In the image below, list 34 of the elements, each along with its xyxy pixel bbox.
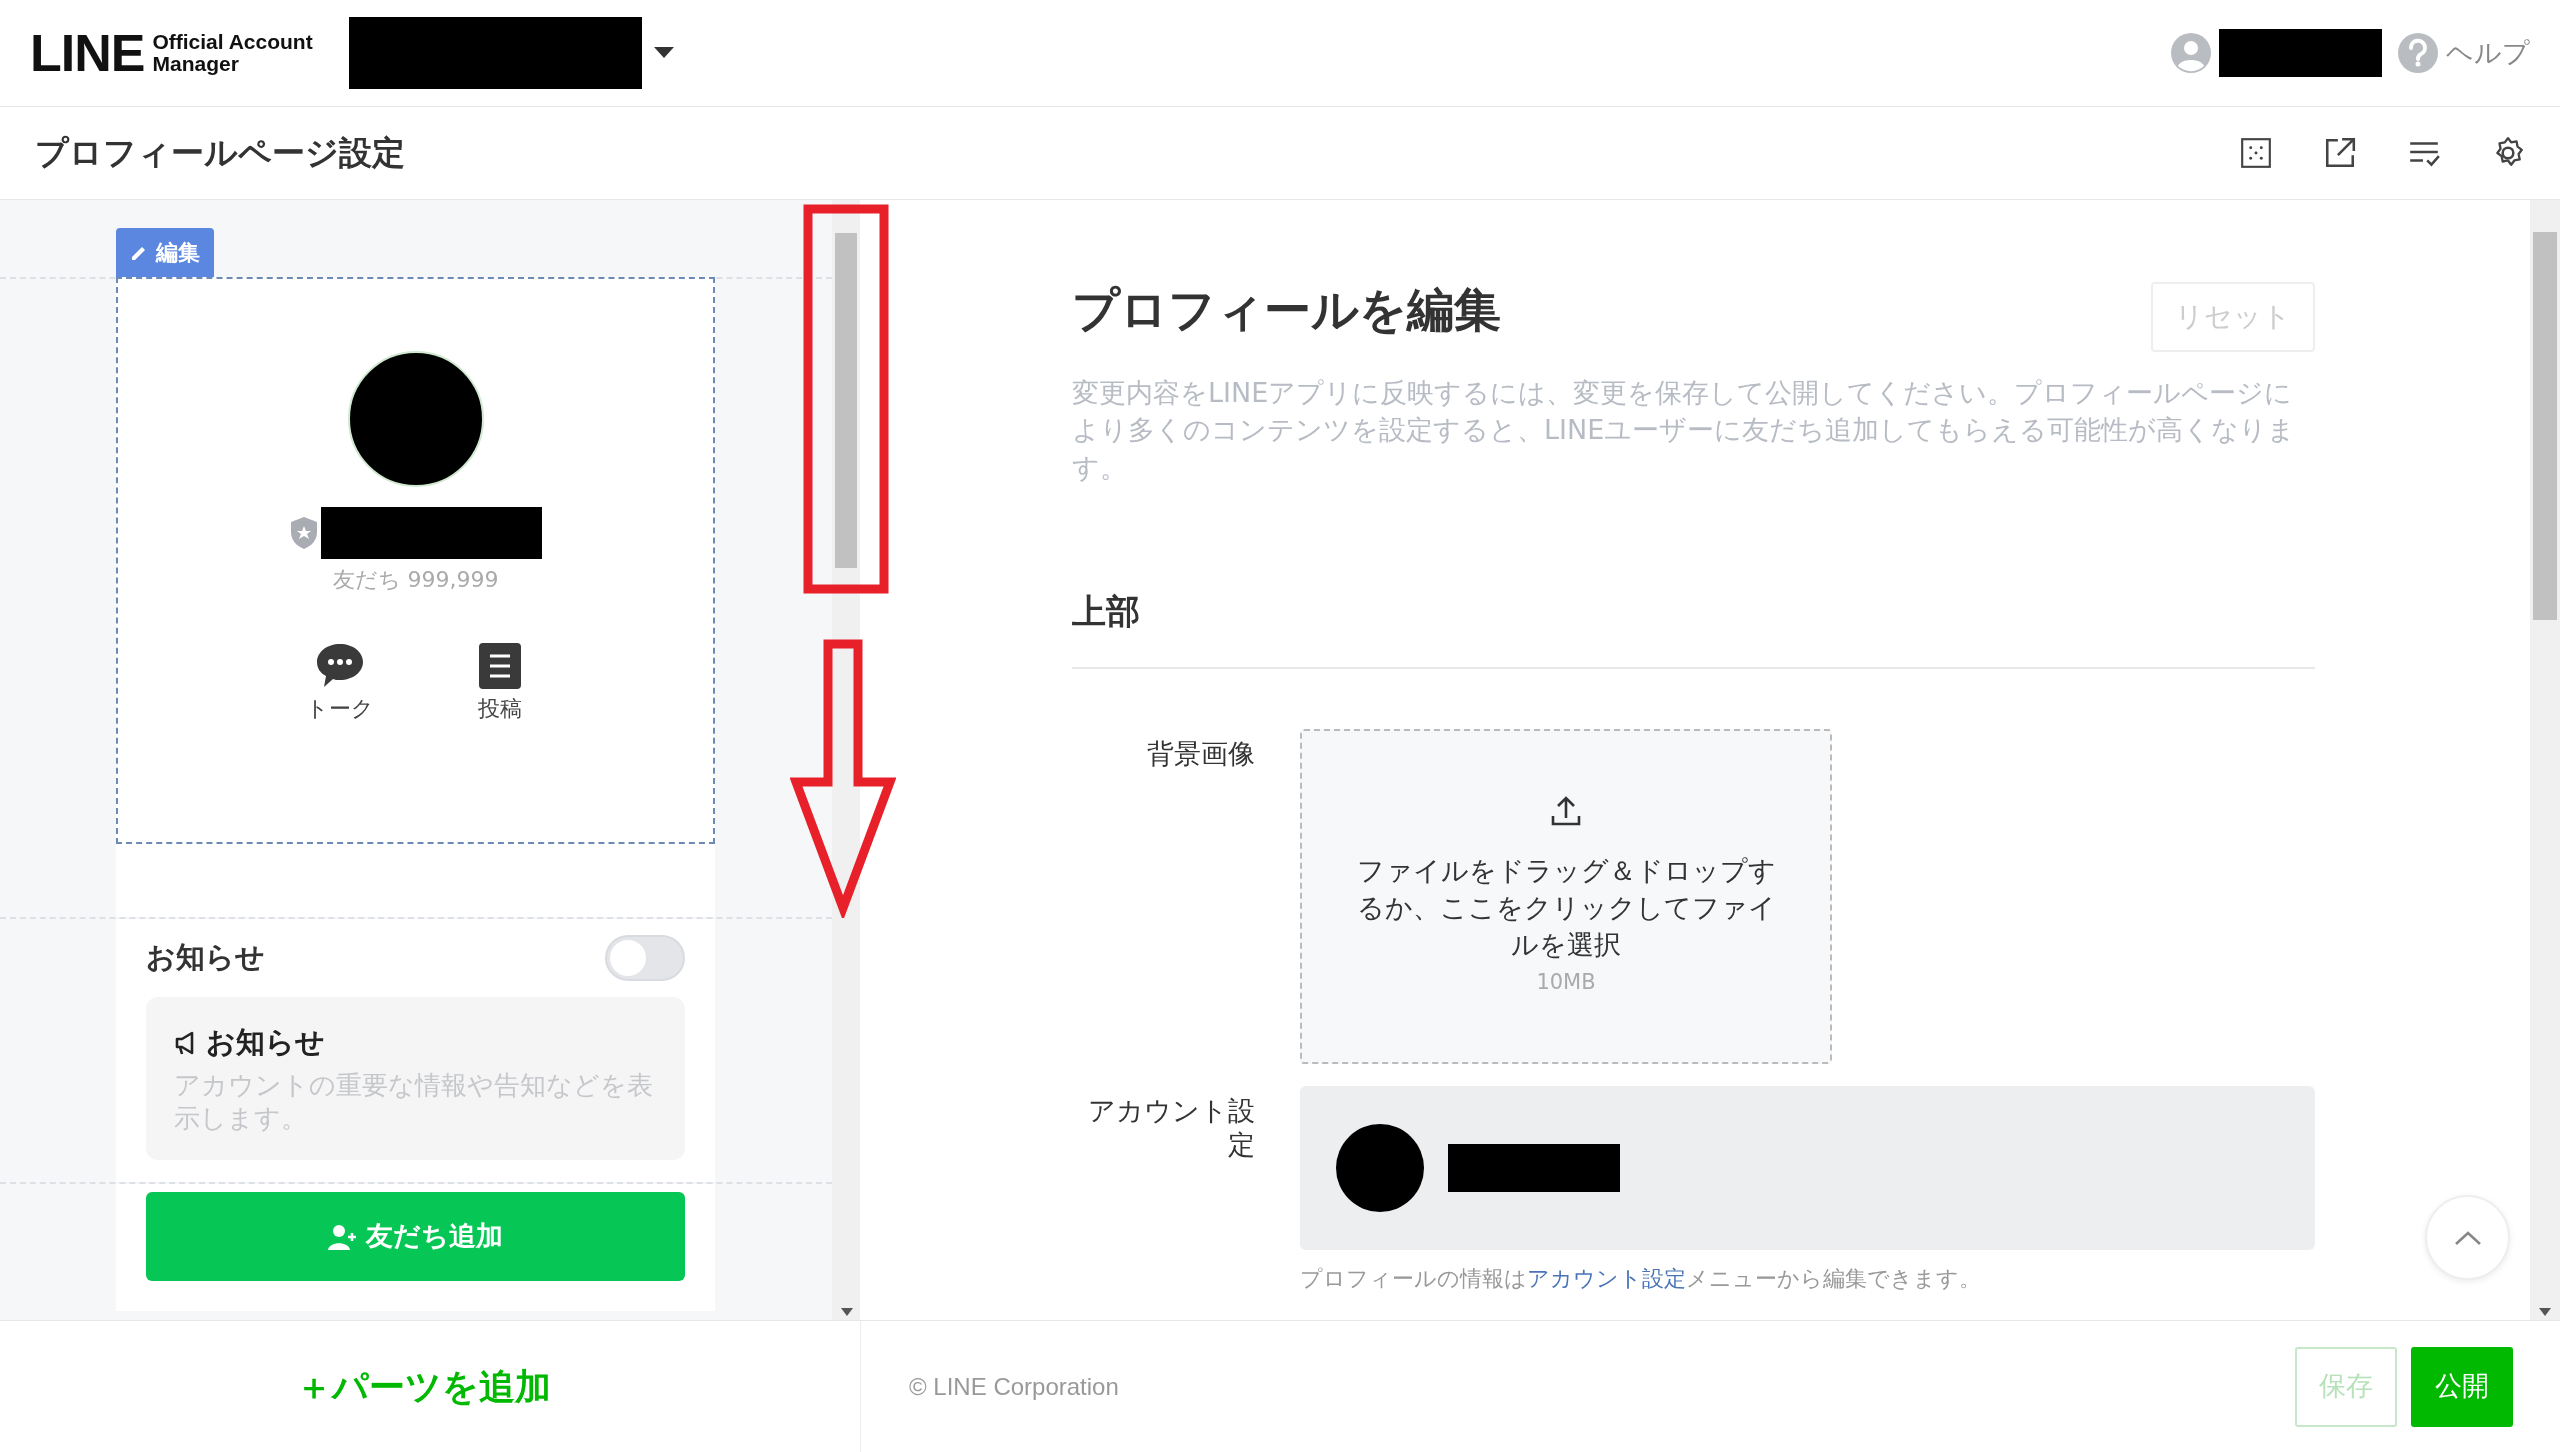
editor-title: プロフィールを編集 xyxy=(1072,282,1501,339)
help-link[interactable]: ヘルプ xyxy=(2446,32,2530,74)
description-text: 変更内容をLINEアプリに反映するには、変更を保存して公開してください。プロフィールページにより多くのコンテンツを設定すると、LINEユーザーに友だち追加してもらえる可能性が高くなります。 xyxy=(1072,376,2297,485)
external-link-icon[interactable] xyxy=(2323,136,2357,170)
logo-subtitle: Manager xyxy=(152,53,240,76)
logo-subtitle: Official Account xyxy=(152,30,313,53)
section-title: お知らせ xyxy=(146,939,265,977)
chevron-up-icon xyxy=(2453,1229,2482,1246)
file-size-hint: 10MB xyxy=(1536,969,1596,997)
action-button[interactable]: 投稿 xyxy=(473,640,526,725)
friend-count: 友だち 999,999 xyxy=(332,566,499,594)
info-note: プロフィールの情報は アカウント設定メニューから編集できます。 xyxy=(1300,1264,1982,1293)
page-title: プロフィールページ設定 xyxy=(35,133,405,173)
add-friend-button[interactable]: 友だち追加 xyxy=(146,1192,685,1282)
caret-icon[interactable] xyxy=(653,47,674,59)
section-heading: 上部 xyxy=(1072,585,2315,669)
notice-title: お知らせ xyxy=(206,1024,325,1061)
action-button[interactable]: トーク xyxy=(305,640,374,725)
edit-button[interactable]: 編集 xyxy=(116,228,214,277)
scrollbar[interactable] xyxy=(832,200,860,1320)
field-label: アカウント設定 xyxy=(1087,1093,1255,1162)
upload-text: ファイルをドラッグ＆ドロップするか、ここをクリックしてファイルを選択 xyxy=(1355,853,1777,963)
grid-icon[interactable] xyxy=(2239,136,2273,170)
upload-area[interactable]: ファイルをドラッグ＆ドロップするか、ここをクリックしてファイルを選択 10MB xyxy=(1300,728,1832,1064)
add-parts-button[interactable]: ＋パーツを追加 xyxy=(289,1358,557,1415)
settings-link[interactable]: アカウント設定 xyxy=(1527,1265,1686,1291)
field-label: 背景画像 xyxy=(1146,736,1255,771)
logo-wordmark: LINE xyxy=(30,27,145,79)
add-user-icon xyxy=(328,1222,358,1251)
publish-button[interactable]: 公開 xyxy=(2411,1346,2513,1427)
shield-icon xyxy=(289,516,319,550)
copyright-text: © LINE Corporation xyxy=(909,1371,1119,1402)
scrollbar[interactable] xyxy=(2530,200,2560,1320)
toggle-switch[interactable] xyxy=(605,935,685,981)
